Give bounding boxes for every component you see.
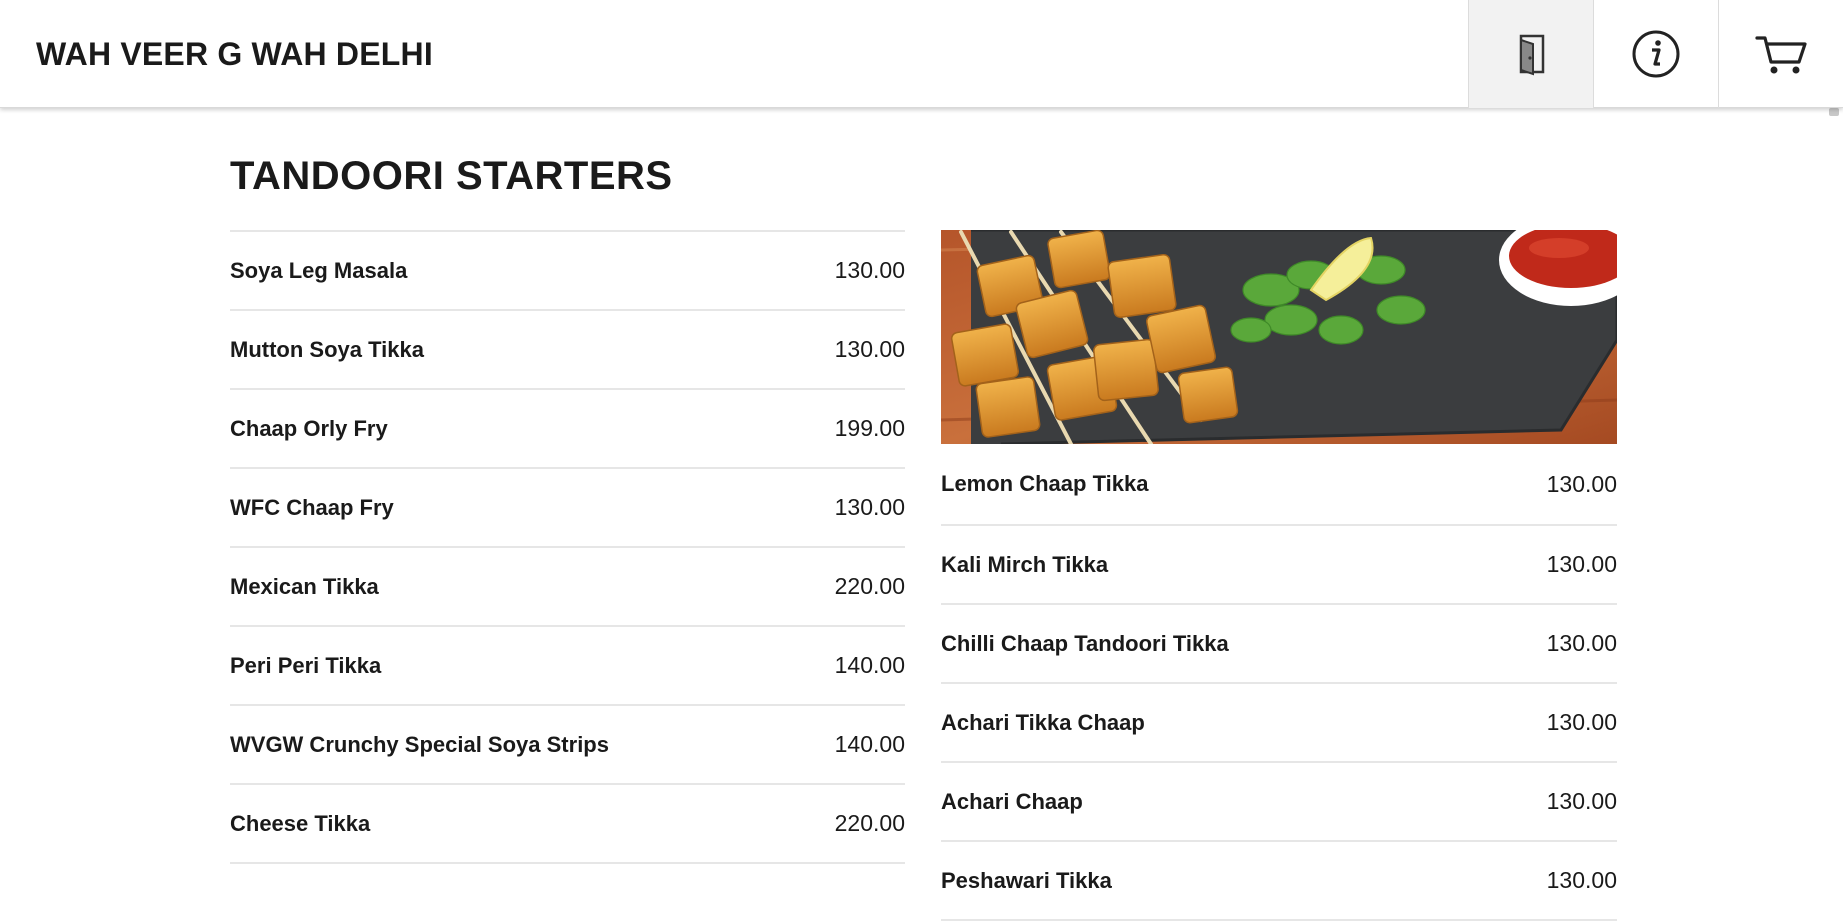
menu-item[interactable]: Chaap Orly Fry 199.00 (230, 390, 905, 469)
menu-item-name: Achari Tikka Chaap (941, 709, 1145, 735)
menu-item-price: 130.00 (834, 257, 905, 283)
door-exit-icon (1511, 32, 1551, 76)
menu-item-price: 220.00 (834, 810, 905, 836)
menu-item-price: 130.00 (1546, 470, 1617, 497)
scrollbar-thumb[interactable] (1829, 108, 1839, 116)
menu-item[interactable]: Peri Peri Tikka 140.00 (230, 627, 905, 706)
menu-item[interactable]: WVGW Crunchy Special Soya Strips 140.00 (230, 706, 905, 785)
menu-item-name: WVGW Crunchy Special Soya Strips (230, 731, 609, 757)
menu-item-price: 140.00 (834, 652, 905, 678)
menu-list-right: Lemon Chaap Tikka 130.00 Kali Mirch Tikk… (941, 230, 1617, 921)
top-bar: WAH VEER G WAH DELHI (0, 0, 1843, 108)
menu-item-name: Achari Chaap (941, 788, 1083, 814)
header-actions (1468, 0, 1843, 108)
menu-item-name: Chilli Chaap Tandoori Tikka (941, 630, 1229, 656)
info-icon (1630, 28, 1682, 80)
menu-item-name: WFC Chaap Fry (230, 494, 394, 520)
restaurant-title[interactable]: WAH VEER G WAH DELHI (36, 36, 433, 72)
menu-item-name: Cheese Tikka (230, 810, 371, 836)
menu-item-name: Mutton Soya Tikka (230, 336, 424, 362)
menu-item[interactable]: Mutton Soya Tikka 130.00 (230, 311, 905, 390)
menu-item-name: Kali Mirch Tikka (941, 551, 1109, 577)
menu-item-name: Soya Leg Masala (230, 257, 408, 283)
menu-item[interactable]: Kali Mirch Tikka 130.00 (941, 526, 1617, 605)
menu-item-price: 130.00 (1546, 867, 1617, 893)
menu-item-name: Peshawari Tikka (941, 867, 1112, 893)
menu-item[interactable]: Peshawari Tikka 130.00 (941, 842, 1617, 921)
menu-item[interactable]: WFC Chaap Fry 130.00 (230, 469, 905, 548)
info-button[interactable] (1593, 0, 1718, 108)
menu-item[interactable]: Soya Leg Masala 130.00 (230, 232, 905, 311)
cart-icon (1753, 30, 1809, 78)
menu-item[interactable]: Cheese Tikka 220.00 (230, 785, 905, 864)
cart-button[interactable] (1718, 0, 1843, 108)
menu-item-price: 140.00 (834, 731, 905, 757)
menu-item-price: 130.00 (1546, 630, 1617, 656)
menu-section: TANDOORI STARTERS Soya Leg Masala 130.00… (230, 108, 1620, 921)
menu-list-left: Soya Leg Masala 130.00 Mutton Soya Tikka… (230, 230, 905, 864)
menu-item-price: 130.00 (834, 336, 905, 362)
menu-item[interactable]: Lemon Chaap Tikka 130.00 (941, 444, 1617, 526)
menu-item-price: 130.00 (1546, 551, 1617, 577)
menu-item-price: 130.00 (1546, 709, 1617, 735)
section-title: TANDOORI STARTERS (230, 154, 673, 198)
menu-item-name: Lemon Chaap Tikka (941, 471, 1149, 496)
menu-item-name: Peri Peri Tikka (230, 652, 382, 678)
paneer-tikka-photo (941, 230, 1617, 444)
menu-item[interactable]: Achari Chaap 130.00 (941, 763, 1617, 842)
menu-item-price: 199.00 (834, 415, 905, 441)
menu-item-price: 130.00 (834, 494, 905, 520)
menu-item-name: Mexican Tikka (230, 573, 379, 599)
menu-item-price: 220.00 (834, 573, 905, 599)
menu-item[interactable]: Mexican Tikka 220.00 (230, 548, 905, 627)
exit-button[interactable] (1468, 0, 1593, 108)
menu-item-name: Chaap Orly Fry (230, 415, 388, 441)
menu-item[interactable]: Achari Tikka Chaap 130.00 (941, 684, 1617, 763)
menu-item[interactable]: Chilli Chaap Tandoori Tikka 130.00 (941, 605, 1617, 684)
menu-item-price: 130.00 (1546, 788, 1617, 814)
